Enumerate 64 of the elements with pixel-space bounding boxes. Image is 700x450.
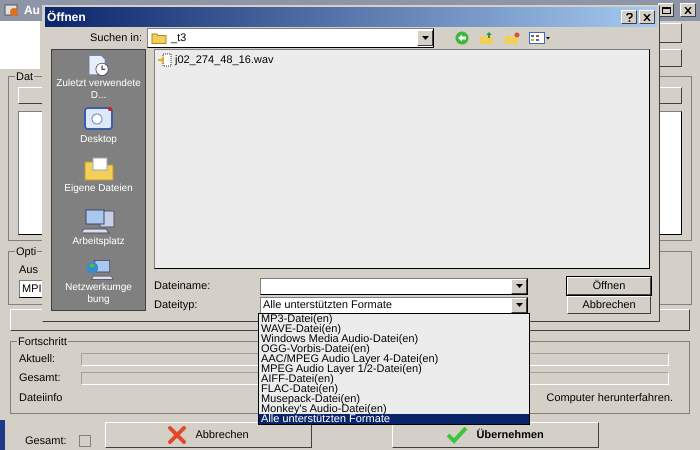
total-box — [78, 434, 91, 447]
progress-label: Aktuell: — [19, 352, 56, 367]
window-edge — [0, 420, 5, 450]
file-type-option[interactable]: MPEG Audio Layer 1/2-Datei(en) — [259, 364, 529, 374]
window-title: Au — [24, 2, 40, 20]
file-list[interactable]: j02_274_48_16.wav — [154, 49, 650, 269]
file-type-option[interactable]: Alle unterstützten Formate — [259, 414, 529, 424]
folder-icon — [82, 156, 114, 182]
file-type-option[interactable]: Monkey's Audio-Datei(en) — [259, 404, 529, 414]
file-type-option[interactable]: AAC/MPEG Audio Layer 4-Datei(en) — [259, 354, 529, 364]
file-type-option[interactable]: MP3-Datei(en) — [259, 314, 529, 324]
caret-icon — [422, 36, 428, 40]
file-type-option[interactable]: OGG-Vorbis-Datei(en) — [259, 344, 529, 354]
dropdown-button[interactable] — [511, 278, 527, 294]
caret-icon — [516, 284, 522, 288]
file-info-label: Dateiinfo — [19, 390, 62, 406]
help-icon — [626, 12, 632, 22]
place-link[interactable]: Desktop — [54, 134, 142, 146]
app-icon — [4, 3, 20, 18]
file-type-option[interactable]: WAVE-Datei(en) — [259, 324, 529, 334]
place-link[interactable]: Netzwerkumgebung — [64, 282, 134, 306]
file-name-label: Dateiname: — [154, 278, 212, 294]
content-panel — [0, 20, 40, 69]
cancel-button[interactable]: Abbrechen — [104, 422, 312, 448]
place-link[interactable]: Zuletzt verwendete D... — [54, 78, 142, 102]
total-label: Gesamt: — [25, 434, 67, 449]
file-type-option[interactable]: FLAC-Datei(en) — [259, 384, 529, 394]
dropdown-button[interactable] — [511, 298, 527, 312]
cross-icon — [167, 426, 188, 444]
file-type-value: Alle unterstützten Formate — [262, 298, 394, 313]
look-in-value: _t3 — [171, 30, 188, 46]
computer-icon — [82, 207, 116, 235]
close-button[interactable] — [639, 10, 655, 24]
desktop-icon — [82, 105, 114, 133]
close-icon — [643, 14, 651, 20]
audio-file-icon — [157, 53, 173, 68]
file-name-field[interactable] — [260, 278, 528, 294]
file-type-option[interactable]: Musepack-Datei(en) — [259, 394, 529, 404]
file-type-label: Dateityp: — [154, 298, 198, 313]
check-icon — [446, 426, 468, 444]
progress-label: Gesamt: — [19, 370, 62, 386]
close-icon — [684, 6, 692, 14]
new-folder-icon[interactable] — [504, 31, 520, 45]
close-button[interactable] — [680, 3, 696, 18]
help-button[interactable] — [621, 10, 637, 24]
file-type-option[interactable]: AIFF-Datei(en) — [259, 374, 529, 384]
file-item[interactable]: j02_274_48_16.wav — [157, 52, 647, 68]
view-menu-icon[interactable] — [529, 32, 551, 44]
place-link[interactable]: Eigene Dateien — [54, 183, 142, 195]
file-type-option[interactable]: Windows Media Audio-Datei(en) — [259, 334, 529, 344]
back-icon[interactable] — [454, 31, 470, 45]
place-link[interactable]: Arbeitsplatz — [54, 236, 142, 248]
output-label: Aus — [19, 263, 38, 278]
apply-button[interactable]: Übernehmen — [392, 422, 599, 448]
open-button[interactable]: Öffnen — [567, 277, 651, 295]
cancel-button[interactable]: Abbrechen — [567, 296, 651, 314]
look-in-label: Suchen in: — [89, 30, 143, 46]
file-type-dropdown[interactable]: Alle unterstützten Formate — [260, 296, 528, 314]
shutdown-label: Computer herunterfahren. — [546, 390, 673, 406]
dialog-title: Öffnen — [47, 9, 86, 26]
look-in-dropdown[interactable]: _t3 — [147, 28, 434, 48]
caret-icon — [516, 303, 522, 307]
folder-icon — [151, 32, 167, 44]
dropdown-button[interactable] — [417, 30, 433, 46]
